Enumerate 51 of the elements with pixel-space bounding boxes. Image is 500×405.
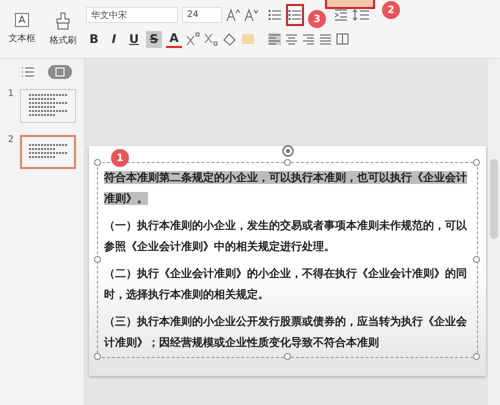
align-left-icon[interactable] [268,33,281,45]
superscript-icon[interactable] [186,32,200,46]
shrink-font-icon[interactable] [244,8,258,22]
resize-handle[interactable] [284,353,290,360]
resize-handle[interactable] [94,256,101,263]
bullet-list-icon[interactable] [268,9,282,21]
grow-font-icon[interactable] [226,8,240,22]
paragraph: 符合本准则第二条规定的小企业，可以执行本准则，也可以执行《企业会计准则》。 [104,170,468,207]
slides-view-icon[interactable] [48,65,72,79]
resize-handle[interactable] [473,256,480,263]
text-box-icon [14,12,30,28]
scrollbar[interactable] [488,59,500,405]
slide-number: 2 [8,135,14,145]
text-box-button[interactable]: 文本框 [4,6,40,53]
outline-view-icon[interactable] [22,67,34,77]
resize-handle[interactable] [284,159,290,166]
align-right-icon[interactable] [302,33,315,45]
align-justify-icon[interactable] [319,33,332,45]
indent-icon[interactable] [334,9,348,21]
line-spacing-icon[interactable] [352,9,370,21]
step-badge: 3 [308,10,326,28]
format-painter-button[interactable]: 格式刷 [45,6,81,53]
underline-button[interactable]: U [126,30,142,48]
slide-thumbnail[interactable] [20,135,76,169]
columns-icon[interactable] [336,33,349,45]
subscript-icon[interactable] [204,32,218,46]
paragraph: （三）执行本准则的小企业公开发行股票或债券的，应当转为执行《企业会计准则》；因经营规模或企业性质变化导致不符合本准则 [104,314,468,351]
scroll-thumb[interactable] [490,159,498,239]
resize-handle[interactable] [94,353,101,360]
step-badge: 1 [111,149,129,167]
italic-button[interactable]: I [106,30,122,48]
eraser-icon[interactable] [222,32,236,46]
resize-handle[interactable] [473,353,480,360]
strike-button[interactable]: S [146,30,162,48]
bold-button[interactable]: B [86,30,102,48]
numbered-list-icon [288,9,302,21]
numbered-list-button[interactable] [286,4,304,26]
paintbrush-icon [55,12,71,30]
align-center-icon[interactable] [285,33,298,45]
color-button[interactable]: A [166,30,182,48]
resize-handle[interactable] [94,159,101,166]
paragraph: （一）执行本准则的小企业，发生的交易或者事项本准则未作规范的，可以参照《企业会计准则》中的相关规定进行处理。 [104,218,468,255]
step-badge: 2 [382,1,400,19]
font-name-field[interactable]: 华文中宋 [86,7,178,23]
resize-handle[interactable] [473,159,480,166]
paragraph: （二）执行《企业会计准则》的小企业，不得在执行《企业会计准则》的同时，选择执行本准则的相关规定。 [104,266,468,303]
font-size-field[interactable]: 24 [182,7,222,23]
slide-thumbnail[interactable] [20,89,76,123]
ribbon-button[interactable] [325,0,375,9]
rotate-handle[interactable] [282,145,294,157]
slide-number: 1 [8,89,14,99]
